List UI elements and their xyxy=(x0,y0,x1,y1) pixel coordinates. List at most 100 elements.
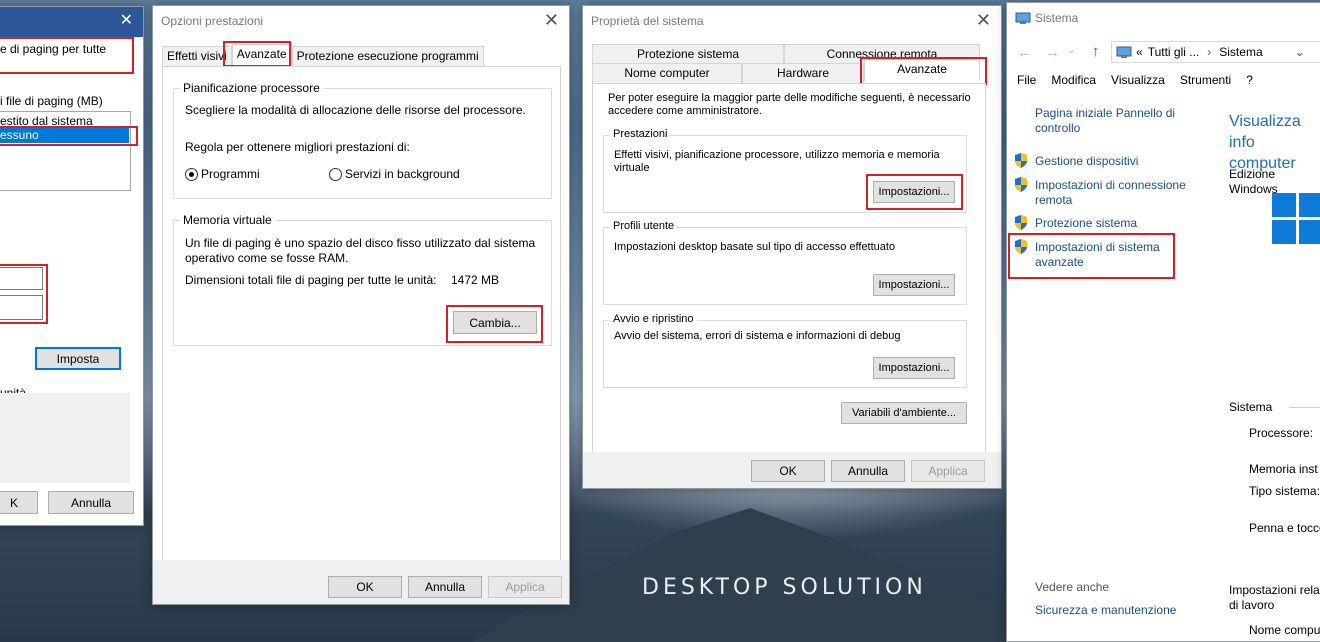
cpu-description: Scegliere la modalità di allocazione del… xyxy=(185,103,526,117)
page-heading-line-1: Visualizza info xyxy=(1229,113,1301,151)
group-label: Prestazioni xyxy=(610,128,671,140)
watermark: DESKTOP SOLUTION xyxy=(642,575,927,600)
breadcrumb-system[interactable]: Sistema xyxy=(1219,45,1262,59)
tab-dep[interactable]: Protezione esecuzione programmi xyxy=(291,46,484,66)
cancel-button[interactable]: Annulla xyxy=(831,460,905,482)
group-label: Profili utente xyxy=(610,220,678,232)
highlight-box xyxy=(860,57,987,85)
control-panel-icon xyxy=(1116,46,1132,58)
close-icon[interactable]: ✕ xyxy=(120,13,133,29)
highlight-box xyxy=(1008,233,1175,279)
perf-desc-1: Effetti visivi, pianificazione processor… xyxy=(614,149,940,161)
admin-note-1: Per poter eseguire la maggior parte dell… xyxy=(608,92,971,104)
remote-link-line-1[interactable]: Impostazioni di connessione xyxy=(1035,178,1186,192)
startup-desc: Avvio del sistema, errori di sistema e i… xyxy=(614,330,901,342)
tab-computer-name[interactable]: Nome computer xyxy=(592,63,742,83)
profiles-desc: Impostazioni desktop basate sul tipo di … xyxy=(614,241,896,253)
remote-settings-link[interactable]: Impostazioni di connessione remota xyxy=(1035,178,1186,208)
system-protection-link[interactable]: Protezione sistema xyxy=(1035,216,1137,231)
control-panel-system-window: Sistema ← → ⌄ ↑ « Tutti gli ... › Sistem… xyxy=(1006,2,1320,642)
apply-button[interactable]: Applica xyxy=(911,460,985,482)
highlight-box xyxy=(0,264,48,324)
paging-file-dialog: ✕ e di paging per tutte i file di paging… xyxy=(0,6,144,526)
title-bar: Proprietà del sistema xyxy=(591,14,704,28)
menu-help[interactable]: ? xyxy=(1246,73,1253,87)
highlight-box xyxy=(866,174,963,210)
up-arrow-icon[interactable]: ↑ xyxy=(1092,43,1100,60)
vm-description-1: Un file di paging è uno spazio del disco… xyxy=(185,236,536,250)
highlight-box xyxy=(223,41,291,67)
shield-icon xyxy=(1015,153,1027,168)
apply-button[interactable]: Applica xyxy=(488,576,562,598)
startup-settings-button[interactable]: Impostazioni... xyxy=(873,357,955,379)
set-button[interactable]: Imposta xyxy=(35,347,121,370)
home-link-line-1[interactable]: Pagina iniziale Pannello di xyxy=(1035,106,1175,120)
system-type-label: Tipo sistema: xyxy=(1249,484,1320,498)
radio-programs-label: Programmi xyxy=(201,167,260,181)
ok-button[interactable]: OK xyxy=(751,460,825,482)
tab-system-protection[interactable]: Protezione sistema xyxy=(592,44,784,64)
shield-icon xyxy=(1015,215,1027,230)
system-properties-dialog: Proprietà del sistema ✕ Protezione siste… xyxy=(582,5,1002,489)
chevron-down-icon[interactable]: ⌄ xyxy=(1295,45,1305,59)
computer-name-label: Nome compu xyxy=(1249,623,1320,637)
back-arrow-icon[interactable]: ← xyxy=(1017,44,1032,61)
breadcrumb-overflow[interactable]: « xyxy=(1136,45,1143,59)
vm-description-2: operativo come se fosse RAM. xyxy=(185,251,349,265)
group-label: Pianificazione processore xyxy=(180,81,323,95)
divider xyxy=(1289,407,1320,408)
related-line-1: Impostazioni relat xyxy=(1229,583,1320,597)
environment-variables-button[interactable]: Variabili d'ambiente... xyxy=(841,402,967,424)
profiles-settings-button[interactable]: Impostazioni... xyxy=(873,274,955,296)
see-also-label: Vedere anche xyxy=(1035,580,1110,594)
related-line-2: di lavoro xyxy=(1229,598,1275,612)
cancel-button[interactable]: Annulla xyxy=(48,491,134,514)
radio-background-label: Servizi in background xyxy=(345,167,460,181)
page-heading: Visualizza info computer xyxy=(1229,111,1320,174)
performance-options-dialog: Opzioni prestazioni ✕ Effetti visivi Ava… xyxy=(152,5,570,605)
system-section-label: Sistema xyxy=(1229,400,1273,414)
highlight-box xyxy=(446,305,543,343)
menu-view[interactable]: Visualizza xyxy=(1111,73,1165,87)
ok-button[interactable]: K xyxy=(0,491,38,514)
radio-programs[interactable] xyxy=(185,168,198,181)
breadcrumb-all-items[interactable]: Tutti gli ... xyxy=(1148,45,1200,59)
vm-total-value: 1472 MB xyxy=(451,273,500,287)
memory-label: Memoria inst xyxy=(1249,462,1318,476)
vm-total-label: Dimensioni totali file di paging per tut… xyxy=(185,273,437,287)
tab-visual-effects[interactable]: Effetti visivi xyxy=(162,46,232,66)
device-manager-link[interactable]: Gestione dispositivi xyxy=(1035,154,1138,169)
paging-all-drives-label: e di paging per tutte xyxy=(0,42,107,56)
related-settings-label: Impostazioni relat di lavoro xyxy=(1229,583,1320,613)
cpu-prompt: Regola per ottenere migliori prestazioni… xyxy=(185,140,410,154)
title-bar: Opzioni prestazioni xyxy=(161,14,264,28)
processor-label: Processore: xyxy=(1249,426,1314,440)
security-maintenance-link[interactable]: Sicurezza e manutenzione xyxy=(1035,603,1176,618)
title-bar: Sistema xyxy=(1035,11,1079,25)
menu-bar: File Modifica Visualizza Strumenti ? xyxy=(1017,73,1253,87)
home-link-line-2[interactable]: controllo xyxy=(1035,121,1080,135)
pen-touch-label: Penna e tocco xyxy=(1249,521,1320,535)
recent-dropdown-icon[interactable]: ⌄ xyxy=(1067,45,1075,56)
remote-link-line-2[interactable]: remota xyxy=(1035,193,1072,207)
address-bar[interactable]: « Tutti gli ... › Sistema ⌄ xyxy=(1111,41,1320,63)
control-panel-home-link[interactable]: Pagina iniziale Pannello di controllo xyxy=(1035,106,1175,136)
totals-panel xyxy=(0,393,130,483)
tab-hardware[interactable]: Hardware xyxy=(742,63,864,83)
close-icon[interactable]: ✕ xyxy=(976,11,991,29)
radio-background[interactable] xyxy=(329,168,342,181)
perf-desc-2: virtuale xyxy=(614,162,650,174)
ok-button[interactable]: OK xyxy=(328,576,402,598)
close-icon[interactable]: ✕ xyxy=(544,11,559,29)
menu-file[interactable]: File xyxy=(1017,73,1036,87)
cancel-button[interactable]: Annulla xyxy=(408,576,482,598)
windows-logo xyxy=(1272,193,1320,244)
breadcrumb-separator: › xyxy=(1207,45,1212,59)
highlight-box xyxy=(0,126,138,146)
forward-arrow-icon[interactable]: → xyxy=(1045,44,1060,61)
menu-edit[interactable]: Modifica xyxy=(1051,73,1096,87)
admin-note-2: accedere come amministratore. xyxy=(608,105,763,117)
list-header: i file di paging (MB) xyxy=(0,94,103,108)
menu-tools[interactable]: Strumenti xyxy=(1180,73,1231,87)
group-label: Avvio e ripristino xyxy=(610,313,697,325)
